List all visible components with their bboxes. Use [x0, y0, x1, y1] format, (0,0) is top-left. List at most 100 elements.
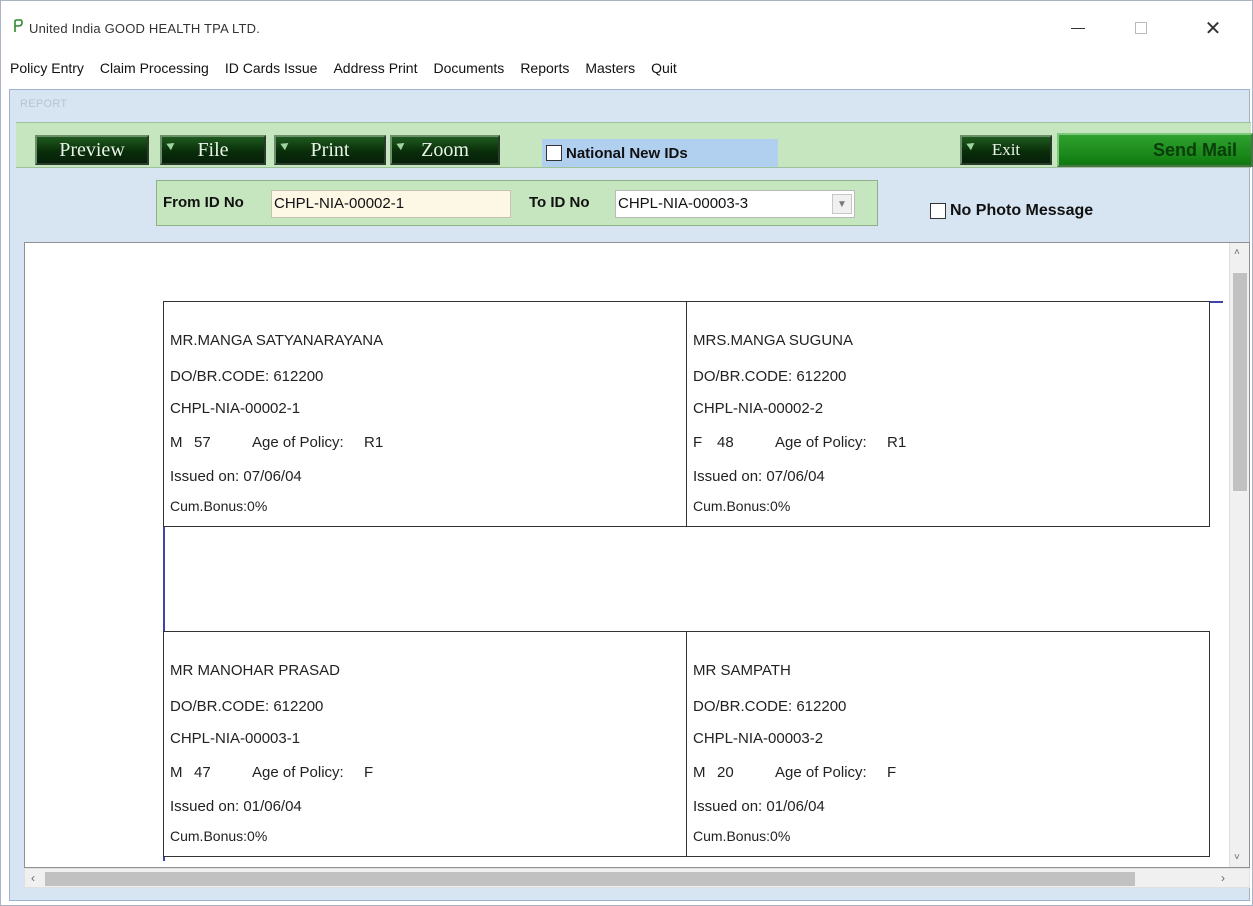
arrow-icon [166, 139, 177, 151]
card-name: MR MANOHAR PRASAD [170, 662, 341, 679]
card-age: 57 [194, 434, 211, 451]
card-age-of-policy-label: Age of Policy: [775, 434, 867, 451]
card-code: DO/BR.CODE: 612200 [170, 698, 324, 715]
minimize-button[interactable] [1056, 13, 1100, 43]
app-window: United India GOOD HEALTH TPA LTD. ✕ Poli… [0, 0, 1253, 906]
close-button[interactable]: ✕ [1191, 13, 1235, 43]
no-photo-checkbox[interactable] [930, 203, 946, 219]
card-issued: Issued on: 07/06/04 [170, 468, 302, 485]
zoom-button[interactable]: Zoom [390, 135, 500, 165]
menu-address-print[interactable]: Address Print [326, 60, 426, 76]
card-age-of-policy: R1 [364, 434, 384, 451]
menu-masters[interactable]: Masters [578, 60, 644, 76]
card-sex: M [170, 764, 183, 781]
maximize-button[interactable] [1119, 13, 1163, 43]
menu-policy-entry[interactable]: Policy Entry [3, 60, 93, 76]
menu-claim-processing[interactable]: Claim Processing [93, 60, 218, 76]
scroll-right-icon[interactable]: › [1221, 871, 1225, 885]
menu-id-cards-issue[interactable]: ID Cards Issue [218, 60, 327, 76]
close-icon: ✕ [1204, 17, 1222, 40]
national-new-ids-label: National New IDs [566, 144, 688, 162]
card-age-of-policy-label: Age of Policy: [252, 764, 344, 781]
preview-button[interactable]: Preview [35, 135, 149, 165]
app-icon [14, 19, 23, 32]
menu-documents[interactable]: Documents [427, 60, 514, 76]
card-issued: Issued on: 01/06/04 [170, 798, 302, 815]
card-age-of-policy: R1 [887, 434, 907, 451]
arrow-icon [396, 139, 407, 151]
report-window-title: REPORT [20, 98, 68, 110]
card-age-of-policy-label: Age of Policy: [775, 764, 867, 781]
no-photo-option[interactable]: No Photo Message [930, 202, 1093, 220]
to-id-value: CHPL-NIA-00003-3 [618, 195, 749, 212]
card-age-of-policy: F [887, 764, 897, 781]
id-range-filter: From ID No CHPL-NIA-00002-1 To ID No CHP… [156, 180, 878, 226]
report-window: REPORT Preview File Print Zoom National … [9, 89, 1253, 901]
card-issued: Issued on: 07/06/04 [693, 468, 825, 485]
vertical-scrollbar[interactable]: ˄ ˅ [1229, 243, 1249, 867]
card-id: CHPL-NIA-00003-2 [693, 730, 824, 747]
card-details: F 48 Age of Policy: R1 [693, 434, 906, 451]
id-card: MR SAMPATH DO/BR.CODE: 612200 CHPL-NIA-0… [686, 631, 1210, 857]
card-name: MRS.MANGA SUGUNA [693, 332, 854, 349]
card-issued: Issued on: 01/06/04 [693, 798, 825, 815]
no-photo-label: No Photo Message [950, 202, 1094, 219]
exit-button[interactable]: Exit [960, 135, 1052, 165]
scroll-up-icon[interactable]: ˄ [1234, 247, 1240, 258]
exit-label: Exit [991, 140, 1021, 159]
card-age-of-policy: F [364, 764, 374, 781]
card-sex: F [693, 434, 703, 451]
menu-reports[interactable]: Reports [513, 60, 578, 76]
card-bonus: Cum.Bonus:0% [170, 828, 268, 844]
file-button[interactable]: File [160, 135, 266, 165]
chevron-down-icon[interactable]: ▼ [832, 194, 852, 214]
card-details: M 20 Age of Policy: F [693, 764, 896, 781]
to-id-label: To ID No [529, 194, 590, 211]
card-id: CHPL-NIA-00003-1 [170, 730, 301, 747]
horizontal-scrollbar[interactable]: ‹ › [24, 868, 1250, 888]
horizontal-scroll-thumb[interactable] [45, 872, 1135, 886]
title-bar: United India GOOD HEALTH TPA LTD. ✕ [1, 1, 1252, 53]
card-code: DO/BR.CODE: 612200 [693, 368, 847, 385]
id-card: MRS.MANGA SUGUNA DO/BR.CODE: 612200 CHPL… [686, 301, 1210, 527]
send-mail-button[interactable]: Send Mail [1057, 133, 1253, 167]
arrow-icon [966, 139, 977, 151]
print-button[interactable]: Print [274, 135, 386, 165]
card-bonus: Cum.Bonus:0% [693, 828, 791, 844]
arrow-icon [280, 139, 291, 151]
send-mail-label: Send Mail [1152, 139, 1237, 160]
card-name: MR.MANGA SATYANARAYANA [170, 332, 384, 349]
card-name: MR SAMPATH [693, 662, 791, 679]
vertical-scroll-thumb[interactable] [1233, 273, 1247, 491]
to-id-combobox[interactable]: CHPL-NIA-00003-3 ▼ [615, 190, 855, 218]
from-id-label: From ID No [163, 194, 244, 211]
from-id-field[interactable]: CHPL-NIA-00002-1 [271, 190, 511, 218]
card-code: DO/BR.CODE: 612200 [170, 368, 324, 385]
id-card: MR.MANGA SATYANARAYANA DO/BR.CODE: 61220… [163, 301, 687, 527]
scroll-down-icon[interactable]: ˅ [1234, 852, 1240, 863]
card-age: 20 [717, 764, 734, 781]
window-title: United India GOOD HEALTH TPA LTD. [29, 21, 261, 36]
national-new-ids-option[interactable]: National New IDs [542, 139, 778, 167]
card-bonus: Cum.Bonus:0% [170, 498, 268, 514]
card-sex: M [693, 764, 706, 781]
menu-quit[interactable]: Quit [644, 60, 686, 76]
card-details: M 57 Age of Policy: R1 [170, 434, 383, 451]
card-details: M 47 Age of Policy: F [170, 764, 373, 781]
card-code: DO/BR.CODE: 612200 [693, 698, 847, 715]
print-label: Print [310, 138, 350, 161]
card-age: 47 [194, 764, 211, 781]
report-toolbar: Preview File Print Zoom National New IDs… [16, 122, 1253, 168]
card-id: CHPL-NIA-00002-2 [693, 400, 824, 417]
file-label: File [197, 138, 229, 161]
menu-bar: Policy Entry Claim Processing ID Cards I… [1, 55, 1252, 81]
minimize-icon [1071, 27, 1085, 29]
report-window-titlebar: REPORT [10, 90, 1249, 120]
national-new-ids-checkbox[interactable] [546, 145, 562, 161]
preview-label: Preview [59, 138, 125, 161]
scroll-left-icon[interactable]: ‹ [31, 871, 35, 885]
maximize-icon [1135, 22, 1147, 34]
id-card: MR MANOHAR PRASAD DO/BR.CODE: 612200 CHP… [163, 631, 687, 857]
card-age: 48 [717, 434, 734, 451]
report-preview: MR.MANGA SATYANARAYANA DO/BR.CODE: 61220… [24, 242, 1250, 868]
